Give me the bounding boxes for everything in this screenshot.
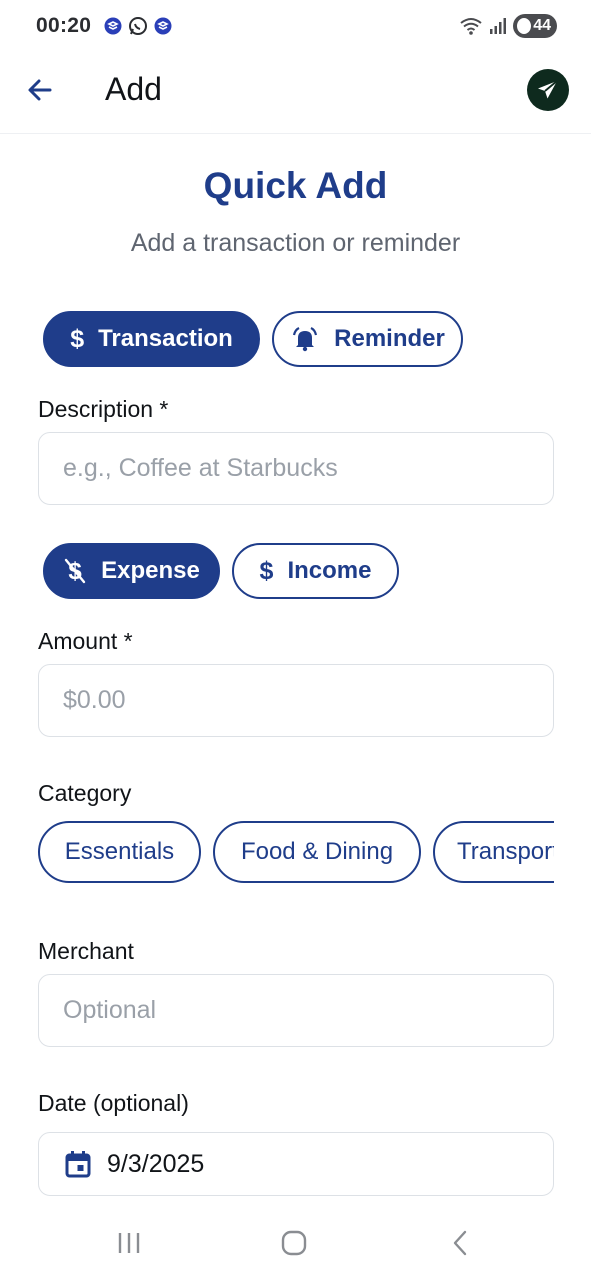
category-chip-transport[interactable]: Transport [433, 821, 554, 883]
tab-transaction[interactable]: $ Transaction [43, 311, 260, 367]
recent-apps-button[interactable] [104, 1223, 154, 1263]
date-value: 9/3/2025 [107, 1149, 205, 1178]
layers-icon [154, 17, 172, 35]
signal-icon [490, 18, 507, 34]
system-icons: 44 [459, 14, 557, 38]
recent-apps-icon [118, 1233, 140, 1253]
amount-placeholder: $0.00 [63, 686, 126, 714]
date-field[interactable]: 9/3/2025 [38, 1132, 554, 1196]
amount-label: Amount * [38, 628, 133, 654]
category-chip-food-dining[interactable]: Food & Dining [213, 821, 421, 883]
date-label: Date (optional) [38, 1090, 189, 1116]
merchant-label: Merchant [38, 938, 134, 964]
tab-transaction-label: Transaction [98, 325, 233, 352]
whatsapp-icon [129, 17, 147, 35]
charging-icon [517, 18, 532, 34]
back-button[interactable] [22, 72, 58, 108]
notification-icons [104, 16, 172, 36]
description-placeholder: e.g., Coffee at Starbucks [63, 454, 338, 482]
tab-expense-label: Expense [101, 557, 200, 584]
dollar-icon: $ [259, 556, 274, 585]
description-field[interactable]: e.g., Coffee at Starbucks [38, 432, 554, 505]
tab-income[interactable]: $ Income [232, 543, 399, 599]
app-header: Add [0, 56, 591, 134]
battery-level: 44 [533, 17, 551, 34]
category-chips: Essentials Food & Dining Transport [38, 821, 554, 885]
battery-icon: 44 [513, 14, 557, 38]
merchant-field[interactable]: Optional [38, 974, 554, 1047]
status-time: 00:20 [36, 14, 92, 37]
status-bar: 00:20 44 [0, 0, 591, 56]
dollar-off-icon: $ [64, 558, 86, 585]
system-back-button[interactable] [435, 1223, 485, 1263]
layers-icon [104, 17, 122, 35]
home-button[interactable] [269, 1223, 319, 1263]
send-button[interactable] [527, 69, 569, 111]
header-title: Add [105, 71, 162, 107]
system-nav-bar [0, 1205, 591, 1280]
tab-reminder-label: Reminder [334, 325, 445, 352]
calendar-icon [65, 1151, 91, 1178]
category-label: Category [38, 780, 132, 806]
category-chip-essentials[interactable]: Essentials [38, 821, 201, 883]
bell-icon [293, 327, 318, 352]
page-subtitle: Add a transaction or reminder [130, 229, 461, 257]
merchant-placeholder: Optional [63, 996, 157, 1024]
dollar-icon: $ [70, 324, 85, 353]
tab-income-label: Income [287, 557, 372, 584]
home-icon [281, 1230, 307, 1256]
wifi-icon [460, 18, 482, 35]
tab-expense[interactable]: $ Expense [43, 543, 220, 599]
amount-field[interactable]: $0.00 [38, 664, 554, 737]
description-label: Description * [38, 396, 169, 422]
tab-reminder[interactable]: Reminder [272, 311, 463, 367]
arrow-left-icon [28, 79, 52, 101]
back-icon [453, 1230, 467, 1256]
send-icon [538, 80, 558, 99]
page-title: Quick Add [203, 165, 388, 206]
